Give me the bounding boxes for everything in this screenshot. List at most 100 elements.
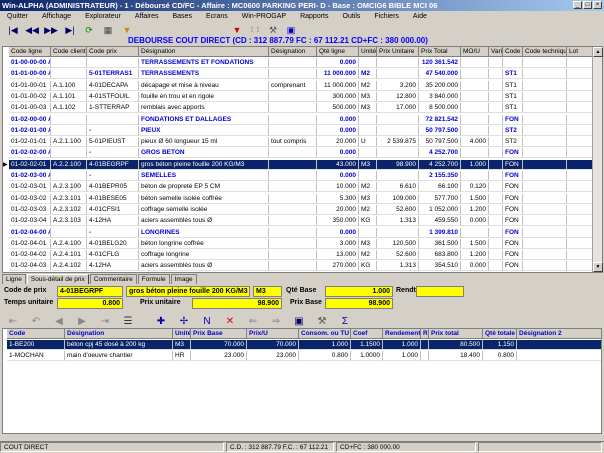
menu-item[interactable]: Aide <box>406 11 434 22</box>
cell-designation[interactable]: fouille en trou et en rigole <box>139 91 269 102</box>
cell-qte[interactable]: 11 000.000 <box>317 80 359 91</box>
cell-unite[interactable]: M3 <box>359 103 377 114</box>
cell-code_prix[interactable]: 4-01BELG20 <box>87 238 139 249</box>
cell-code_client[interactable]: A.2.4.101 <box>51 250 87 261</box>
nav-first-icon[interactable]: ⇤ <box>2 315 24 328</box>
cell-qte[interactable]: 0.000 <box>317 58 359 68</box>
cell-codee[interactable]: FON <box>503 204 523 215</box>
cell-qte_totale[interactable]: 0.800 <box>483 351 517 361</box>
cell-codee[interactable]: FON <box>503 114 523 125</box>
cell-code_prix[interactable]: 5-01PIEUST <box>87 137 139 148</box>
cell-code_prix[interactable]: 4-01BEGRPF <box>87 159 139 170</box>
cell-pu[interactable]: 98.900 <box>377 159 419 170</box>
table-row[interactable]: 01-02-03-03 A.2.3.102 4-01CFSI1 coffrage se… <box>3 204 602 215</box>
cell-code_ligne[interactable]: 01-02-03-01 <box>9 182 51 193</box>
cell-prix_base[interactable]: 70.000 <box>191 340 247 350</box>
cell-pu[interactable] <box>377 125 419 136</box>
cell-designation[interactable]: SEMELLES <box>139 171 269 181</box>
cell-code_prix[interactable]: 4-01BESE05 <box>87 193 139 204</box>
delete-icon[interactable]: ✕ <box>219 315 241 328</box>
cell-tech[interactable] <box>523 204 567 215</box>
cell-designation2[interactable]: comprenant <box>269 80 317 91</box>
cell-pt[interactable]: 47 540.000 <box>419 69 461 80</box>
cell-code_prix[interactable]: 4-12HA <box>87 216 139 227</box>
cell-codee[interactable]: FON <box>503 159 523 170</box>
cell-code_client[interactable]: A.1.101 <box>51 91 87 102</box>
cell-code_prix[interactable]: 4-01DECAPA <box>87 80 139 91</box>
cell-prix_u[interactable]: 70.000 <box>247 340 299 350</box>
cell-codee[interactable]: ST1 <box>503 69 523 80</box>
cell-designation2[interactable] <box>269 103 317 114</box>
cell-code_ligne[interactable]: 01-02-02-00 A.2.2 <box>9 148 51 159</box>
cell-pt[interactable]: 50 797.500 <box>419 125 461 136</box>
cell-designation2[interactable]: tout compris <box>269 137 317 148</box>
cell-var[interactable] <box>489 250 503 261</box>
column-header[interactable]: Prix Total <box>419 47 461 57</box>
cell-unite[interactable]: KG <box>359 261 377 272</box>
cell-pu[interactable]: 2 539.875 <box>377 137 419 148</box>
cell-code_prix[interactable] <box>87 58 139 68</box>
column-header[interactable]: Varian <box>489 47 503 57</box>
menu-item[interactable]: Ecrans <box>199 11 235 22</box>
cell-code_client[interactable]: A.2.3.103 <box>51 216 87 227</box>
tab[interactable]: Commentaire <box>89 274 137 284</box>
cell-code_client[interactable]: A.2.3.101 <box>51 193 87 204</box>
cell-var[interactable] <box>489 159 503 170</box>
cell-code_ligne[interactable]: 01-02-00-00 A.2 <box>9 114 51 125</box>
subgrid-row[interactable]: 1-BE200 béton cpj 45 dosé à 200 kg M3 70.00… <box>3 340 601 350</box>
cell-des2[interactable] <box>517 340 601 350</box>
cell-consom[interactable]: 1.000 <box>299 340 351 350</box>
cell-pu[interactable]: 1.313 <box>377 216 419 227</box>
table-row[interactable]: 01-02-00-00 A.2 FONDATIONS ET DALLAGES 0.0… <box>3 114 602 125</box>
cell-des2[interactable] <box>517 351 601 361</box>
cell-code_client[interactable] <box>51 69 87 80</box>
go-prev-icon[interactable]: ◀◀ <box>23 24 41 37</box>
cell-code_client[interactable] <box>51 125 87 136</box>
cell-pu[interactable]: 52.600 <box>377 250 419 261</box>
cell-code_ligne[interactable]: 01-01-00-01 <box>9 80 51 91</box>
scroll-down-icon[interactable]: ▼ <box>593 262 603 272</box>
cell-code_prix[interactable]: - <box>87 125 139 136</box>
cell-var[interactable] <box>489 148 503 159</box>
table-row[interactable]: 01-00-00-00 A TERRASSEMENTS ET FONDATIONS… <box>3 58 602 68</box>
cell-pu[interactable] <box>377 171 419 181</box>
cell-designation[interactable]: LONGRINES <box>139 227 269 238</box>
cell-unite[interactable]: M3 <box>173 340 191 350</box>
cell-pu[interactable]: 1.313 <box>377 261 419 272</box>
close-button[interactable]: × <box>593 1 602 9</box>
cell-pt[interactable]: 2 155.350 <box>419 171 461 181</box>
cell-code_prix[interactable]: - <box>87 227 139 238</box>
column-header[interactable]: Code é <box>503 47 523 57</box>
cell-qte[interactable]: 3.000 <box>317 238 359 249</box>
cell-pu[interactable] <box>377 58 419 68</box>
cell-qte[interactable]: 0.000 <box>317 125 359 136</box>
tab[interactable]: Ligne <box>2 274 26 284</box>
move-right-icon[interactable]: ⇒ <box>265 315 287 328</box>
cell-code_ligne[interactable]: 01-02-04-01 <box>9 238 51 249</box>
column-header[interactable]: R <box>421 329 429 339</box>
cell-designation2[interactable] <box>269 182 317 193</box>
menu-item[interactable]: Outils <box>336 11 368 22</box>
column-header[interactable]: Code prix <box>87 47 139 57</box>
cell-tech[interactable] <box>523 182 567 193</box>
tab[interactable]: Image <box>170 274 197 284</box>
cell-var[interactable] <box>489 238 503 249</box>
cell-mou[interactable] <box>461 227 489 238</box>
price-subdetail-grid[interactable]: Code Désignation Unité Prix Base Prix/U Conso… <box>2 328 602 434</box>
cell-codee[interactable]: FON <box>503 250 523 261</box>
cell-mou[interactable] <box>461 114 489 125</box>
cell-designation2[interactable] <box>269 125 317 136</box>
cell-code_prix[interactable]: 4-01STFOUIL <box>87 91 139 102</box>
cell-designation[interactable]: TERRASSEMENTS <box>139 69 269 80</box>
minimize-button[interactable]: _ <box>573 1 582 9</box>
cell-pu[interactable]: 120.500 <box>377 238 419 249</box>
go-next-icon[interactable]: ▶▶ <box>42 24 60 37</box>
cell-unite[interactable]: M3 <box>359 159 377 170</box>
cell-var[interactable] <box>489 171 503 181</box>
cell-code_prix[interactable]: - <box>87 148 139 159</box>
column-header[interactable]: Prix Base <box>191 329 247 339</box>
table-row[interactable]: 01-02-03-01 A.2.3.100 4-01BEPR05 béton de p… <box>3 182 602 193</box>
cell-designation[interactable]: aciers assemblés tous Ø <box>139 216 269 227</box>
column-header[interactable]: Unité <box>359 47 377 57</box>
cell-code_client[interactable] <box>51 148 87 159</box>
